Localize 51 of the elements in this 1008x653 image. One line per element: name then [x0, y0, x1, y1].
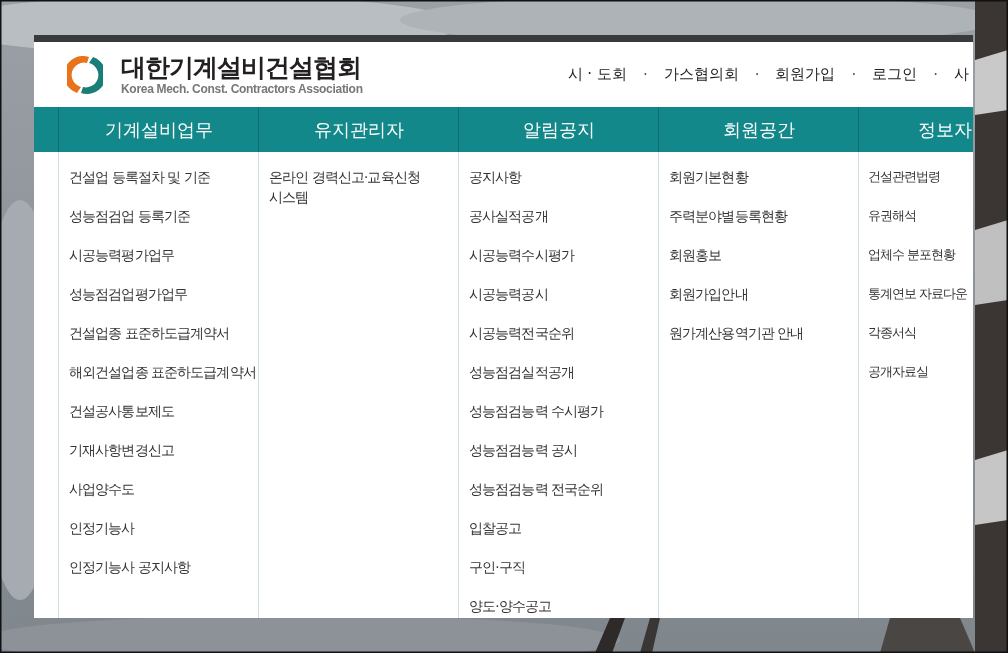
- logo-title[interactable]: 대한기계설비건설협회: [121, 53, 363, 82]
- menu-item[interactable]: 인정기능사 공지사항: [69, 557, 258, 577]
- menu-item[interactable]: 성능점검업평가업무: [69, 284, 258, 304]
- menu-item[interactable]: 각종서식: [868, 323, 973, 343]
- menu-tab[interactable]: 회원공간: [658, 107, 858, 152]
- menu-item[interactable]: 해외건설업종 표준하도급계약서: [69, 362, 258, 382]
- nav-link[interactable]: 로그인: [872, 65, 918, 84]
- logo-subtitle: Korea Mech. Const. Contractors Association: [121, 81, 363, 96]
- menu-item[interactable]: 구인·구직: [469, 557, 658, 577]
- menu-item[interactable]: 건설관련법령: [868, 167, 973, 187]
- menu-item[interactable]: 시공능력공시: [469, 284, 658, 304]
- menu-item[interactable]: 회원홍보: [669, 245, 858, 265]
- menu-item[interactable]: 성능점검업 등록기준: [69, 206, 258, 226]
- menu-item[interactable]: 건설업종 표준하도급계약서: [69, 323, 258, 343]
- menu-item[interactable]: 회원기본현황: [669, 167, 858, 187]
- nav-separator: ·: [754, 65, 760, 84]
- menu-tab[interactable]: 유지관리자: [258, 107, 458, 152]
- menu-item[interactable]: 시공능력수시평가: [469, 245, 658, 265]
- menu-item[interactable]: 인정기능사: [69, 518, 258, 538]
- nav-separator: ·: [642, 65, 648, 84]
- nav-link[interactable]: 가스협의회: [663, 65, 739, 84]
- menu-item[interactable]: 업체수 분포현황: [868, 245, 973, 265]
- menu-item[interactable]: 성능점검능력 수시평가: [469, 401, 658, 421]
- menu-item[interactable]: 성능점검실적공개: [469, 362, 658, 382]
- menu-item[interactable]: 건설공사통보제도: [69, 401, 258, 421]
- menu-item[interactable]: 시공능력평가업무: [69, 245, 258, 265]
- menu-item[interactable]: 사업양수도: [69, 479, 258, 499]
- nav-link[interactable]: 사: [954, 65, 969, 84]
- menu-item[interactable]: 성능점검능력 공시: [469, 440, 658, 460]
- nav-separator: ·: [933, 65, 938, 84]
- menu-item[interactable]: 공사실적공개: [469, 206, 658, 226]
- menu-item[interactable]: 입찰공고: [469, 518, 658, 538]
- menu-item[interactable]: 건설업 등록절차 및 기준: [69, 167, 258, 187]
- menu-tab[interactable]: 알림공지: [458, 107, 658, 152]
- menu-tab[interactable]: 정보자: [858, 107, 973, 152]
- menu-item[interactable]: 시공능력전국순위: [469, 323, 658, 343]
- menu-item[interactable]: 온라인 경력신고·교육신청 시스템: [269, 167, 458, 207]
- menu-item[interactable]: 원가계산용역기관 안내: [669, 323, 858, 343]
- menu-item[interactable]: 주력분야별등록현황: [669, 206, 858, 226]
- menu-item[interactable]: 유권해석: [868, 206, 973, 226]
- menu-item[interactable]: 성능점검능력 전국순위: [469, 479, 658, 499]
- menu-tab[interactable]: 기계설비업무: [58, 107, 258, 152]
- menu-item[interactable]: 기재사항변경신고: [69, 440, 258, 460]
- nav-link[interactable]: 회원가입: [775, 65, 836, 84]
- menu-item[interactable]: 통계연보 자료다운: [868, 284, 973, 304]
- menu-item[interactable]: 공개자료실: [868, 362, 973, 382]
- nav-separator: ·: [851, 65, 857, 84]
- menu-item[interactable]: 양도·양수공고: [469, 596, 658, 616]
- menu-item[interactable]: 회원가입안내: [669, 284, 858, 304]
- menu-item[interactable]: 공지사항: [469, 167, 658, 187]
- nav-link[interactable]: 시 · 도회: [567, 65, 627, 84]
